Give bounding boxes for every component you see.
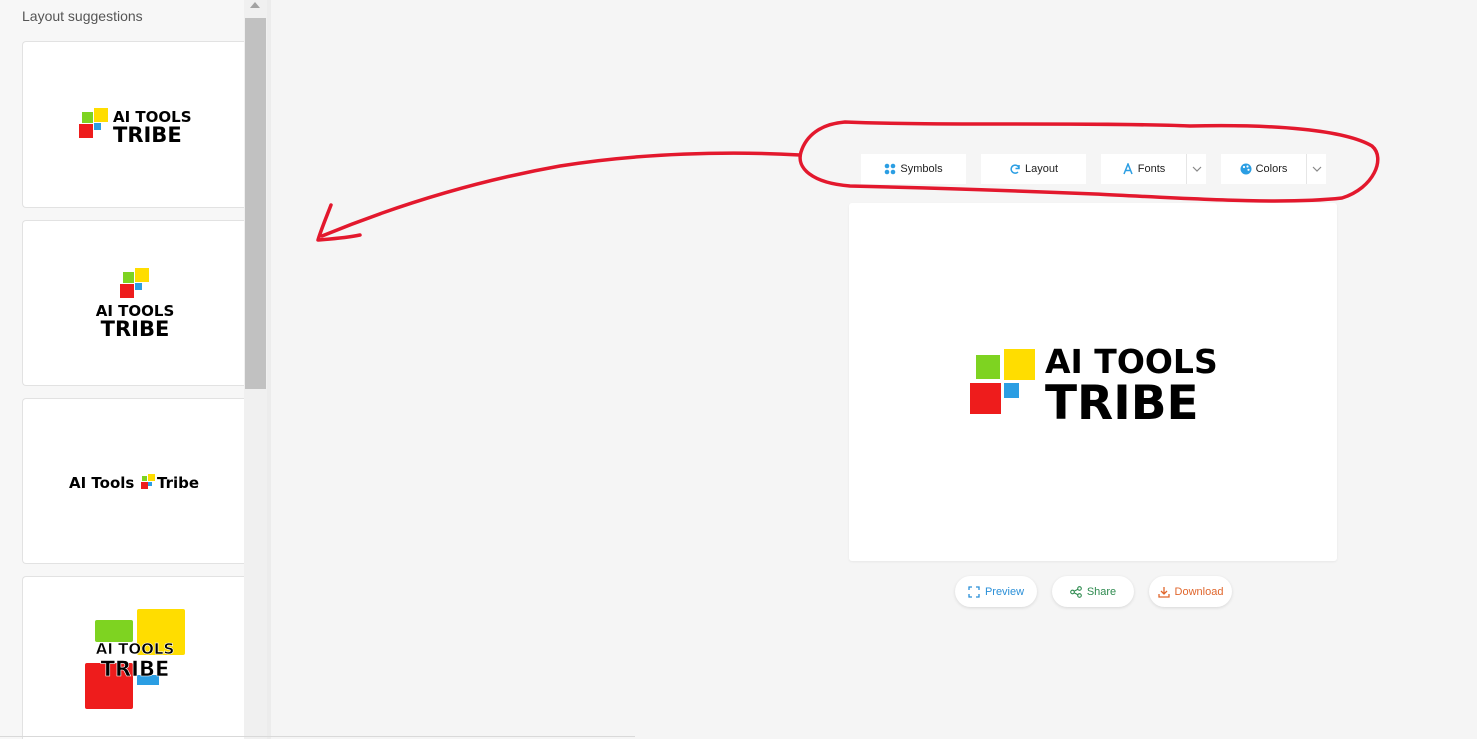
symbols-label: Symbols [900,163,943,175]
logo-preview: AI Tools Tribe [69,474,199,492]
annotation-arrow-line [320,151,802,238]
logo-yellow-square [148,474,155,481]
layout-card-inline[interactable]: AI Tools Tribe [22,398,244,564]
layout-card-icon-top[interactable]: AI TOOLS TRIBE [22,220,244,386]
chevron-down-icon [1312,166,1321,172]
fonts-button[interactable]: Fonts [1101,154,1186,184]
logo-green-square [95,620,133,642]
logo-green-square [123,272,134,283]
preview-label: Preview [984,585,1025,598]
fonts-dropdown-toggle[interactable] [1186,154,1206,184]
share-label: Share [1086,585,1117,598]
download-icon [1157,586,1170,598]
layout-button[interactable]: Layout [981,154,1086,184]
logo-preview: AI TOOLS TRIBE [85,609,185,709]
preview-button[interactable]: Preview [955,576,1037,607]
panel-divider [267,0,271,739]
logo-yellow-square [1004,349,1035,380]
layout-card-icon-left[interactable]: AI TOOLS TRIBE [22,41,244,208]
sidebar-scrollbar[interactable] [244,0,267,739]
logo-green-square [976,355,1000,379]
logo-line2: TRIBE [113,123,182,147]
annotation-arrowhead [316,203,362,242]
logo-line2: TRIBE [101,317,170,341]
symbols-button[interactable]: Symbols [861,154,966,184]
logo-red-square [120,284,134,298]
download-label: Download [1174,585,1224,598]
palette-icon [1240,163,1252,175]
layout-label: Layout [1024,163,1059,175]
logo-red-square [970,383,1001,414]
colors-label: Colors [1255,163,1288,175]
logo-yellow-square [94,108,108,122]
scroll-thumb[interactable] [245,18,266,389]
scroll-up-arrow-icon[interactable] [250,2,260,8]
logo-red-square [141,482,148,489]
logo-green-square [142,476,147,481]
panel-title: Layout suggestions [22,8,143,24]
colors-button[interactable]: Colors [1221,154,1306,184]
logo-blue-square [94,123,101,130]
logo-text-right: Tribe [157,474,199,492]
logo-blue-square [1004,383,1019,398]
logo-main: AI TOOLS TRIBE [970,342,1218,431]
refresh-icon [1010,164,1020,174]
fonts-label: Fonts [1137,163,1166,175]
letter-a-icon [1123,163,1133,175]
logo-preview: AI TOOLS TRIBE [96,268,174,341]
logo-blue-square [148,482,152,486]
logo-yellow-square [135,268,149,282]
download-button[interactable]: Download [1149,576,1232,607]
colors-dropdown-toggle[interactable] [1306,154,1326,184]
logo-green-square [82,112,93,123]
layout-card-icon-behind[interactable]: AI TOOLS TRIBE [22,576,244,739]
logo-text-left: AI Tools [69,474,134,492]
share-button[interactable]: Share [1052,576,1134,607]
logo-canvas[interactable]: AI TOOLS TRIBE [849,203,1337,561]
logo-blue-square [135,283,142,290]
chevron-down-icon [1192,166,1201,172]
layout-suggestions-panel: Layout suggestions AI TOOLS TRIBE AI TOO… [0,0,244,739]
logo-line2: TRIBE [101,657,170,681]
logo-preview: AI TOOLS TRIBE [79,108,192,147]
grid-dots-icon [885,163,896,175]
share-icon [1069,585,1082,598]
horizontal-scrollbar-track [0,736,635,737]
expand-icon [968,585,980,598]
logo-line1: AI TOOLS [96,640,175,658]
logo-line2: TRIBE [1045,376,1199,431]
logo-red-square [79,124,93,138]
